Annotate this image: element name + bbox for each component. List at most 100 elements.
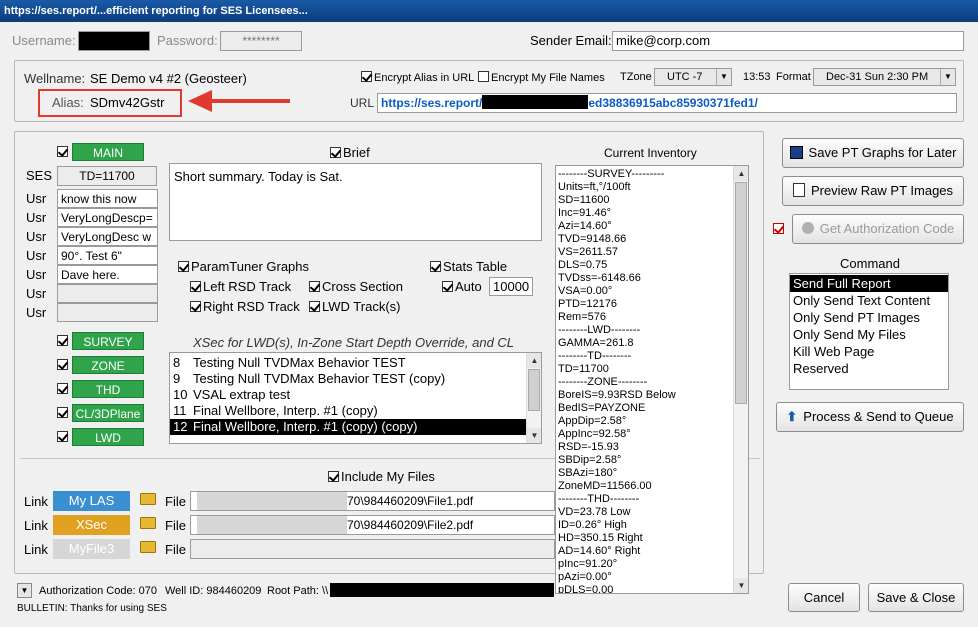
zone-button[interactable]: ZONE	[72, 356, 144, 374]
ses-field[interactable]: TD=11700	[57, 166, 157, 186]
lwd-button[interactable]: LWD	[72, 428, 144, 446]
preview-raw-pt-button[interactable]: Preview Raw PT Images	[782, 176, 964, 206]
survey-checkbox[interactable]	[57, 335, 68, 346]
brief-option[interactable]: Brief	[330, 145, 370, 160]
save-pt-graphs-button[interactable]: Save PT Graphs for Later	[782, 138, 964, 168]
chevron-down-icon[interactable]: ▼	[17, 583, 32, 598]
stats-table-checkbox[interactable]	[430, 261, 441, 272]
command-send-full-report[interactable]: Send Full Report	[790, 275, 948, 292]
get-auth-code-button[interactable]: Get Authorization Code	[792, 214, 964, 244]
bulletin-text: BULLETIN: Thanks for using SES	[17, 603, 167, 614]
thd-checkbox[interactable]	[57, 383, 68, 394]
usr-label: Usr	[26, 210, 47, 225]
sender-email-input[interactable]: mike@corp.com	[612, 31, 964, 51]
command-only-send-pt[interactable]: Only Send PT Images	[790, 309, 948, 326]
xsec-link-button[interactable]: XSec	[53, 515, 130, 535]
cl-3dplane-button[interactable]: CL/3DPlane	[72, 404, 144, 422]
password-input[interactable]: ********	[220, 31, 302, 51]
lwd-tracks-checkbox[interactable]	[309, 301, 320, 312]
encrypt-alias-checkbox[interactable]	[361, 71, 372, 82]
list-item[interactable]: 11 Final Wellbore, Interp. #1 (copy)	[170, 403, 541, 419]
usr-label: Usr	[26, 286, 47, 301]
include-files-checkbox[interactable]	[328, 471, 339, 482]
usr-field-6[interactable]	[57, 284, 158, 303]
usr-field-4[interactable]: 90°. Test 6"	[57, 246, 158, 265]
myfile3-button[interactable]: MyFile3	[53, 539, 130, 559]
usr-field-7[interactable]	[57, 303, 158, 322]
url-redacted	[482, 95, 589, 109]
scroll-thumb[interactable]	[528, 369, 540, 411]
command-list[interactable]: Send Full Report Only Send Text Content …	[789, 273, 949, 390]
scroll-down-icon[interactable]: ▼	[734, 578, 748, 593]
alias-value[interactable]: SDmv42Gstr	[90, 95, 164, 110]
folder-icon[interactable]	[140, 541, 156, 556]
survey-button[interactable]: SURVEY	[72, 332, 144, 350]
scroll-up-icon[interactable]: ▲	[734, 166, 748, 181]
list-item[interactable]: 8 Testing Null TVDMax Behavior TEST	[170, 355, 541, 371]
command-only-send-files[interactable]: Only Send My Files	[790, 326, 948, 343]
scroll-thumb[interactable]	[735, 182, 747, 404]
brief-textarea[interactable]: Short summary. Today is Sat.	[169, 163, 542, 241]
cross-section-checkbox[interactable]	[309, 281, 320, 292]
main-button[interactable]: MAIN	[72, 143, 144, 161]
inventory-list[interactable]: --------SURVEY--------- Units=ft,°/100ft S…	[555, 165, 749, 594]
folder-icon[interactable]	[140, 517, 156, 532]
command-only-send-text[interactable]: Only Send Text Content	[790, 292, 948, 309]
inventory-scrollbar[interactable]: ▲ ▼	[733, 166, 748, 593]
inventory-line: Azi=14.60°	[558, 220, 612, 232]
usr-field-1[interactable]: know this now	[57, 189, 158, 208]
encrypt-files-option[interactable]: Encrypt My File Names	[478, 71, 605, 84]
username-input[interactable]	[78, 31, 150, 51]
usr-field-5[interactable]: Dave here.	[57, 265, 158, 284]
thd-button[interactable]: THD	[72, 380, 144, 398]
list-item-selected[interactable]: 12 Final Wellbore, Interp. #1 (copy) (cop…	[170, 419, 526, 435]
my-las-button[interactable]: My LAS	[53, 491, 130, 511]
main-checkbox[interactable]	[57, 145, 70, 159]
format-select[interactable]: Dec-31 Sun 2:30 PM ▼	[813, 68, 956, 86]
list-item[interactable]: 9 Testing Null TVDMax Behavior TEST (copy…	[170, 371, 541, 387]
stats-table-option[interactable]: Stats Table	[430, 259, 507, 274]
save-close-button[interactable]: Save & Close	[868, 583, 964, 612]
include-files-option[interactable]: Include My Files	[328, 469, 435, 484]
brief-checkbox[interactable]	[330, 147, 341, 158]
inventory-line: AD=14.60° Right	[558, 545, 641, 557]
auth-code-text: Authorization Code: 070	[39, 585, 158, 597]
encrypt-alias-option[interactable]: Encrypt Alias in URL	[361, 71, 474, 84]
command-reserved[interactable]: Reserved	[790, 360, 948, 377]
inventory-line: VSA=0.00°	[558, 285, 613, 297]
xsec-scrollbar[interactable]: ▲ ▼	[526, 353, 541, 443]
right-rsd-option[interactable]: Right RSD Track	[190, 299, 300, 314]
auto-value-input[interactable]: 10000	[489, 277, 533, 296]
url-field[interactable]: https://ses.report/ed38836915abc85930371…	[377, 93, 957, 113]
file1-path-field[interactable]: 70\984460209\File1.pdf	[190, 491, 555, 511]
xsec-list[interactable]: 8 Testing Null TVDMax Behavior TEST 9 Test…	[169, 352, 542, 444]
paramtuner-checkbox[interactable]	[178, 261, 189, 272]
tzone-select[interactable]: UTC -7 ▼	[654, 68, 732, 86]
scroll-down-icon[interactable]: ▼	[527, 428, 541, 443]
command-kill-web-page[interactable]: Kill Web Page	[790, 343, 948, 360]
auto-checkbox[interactable]	[442, 281, 453, 292]
file3-path-field[interactable]	[190, 539, 555, 559]
list-item[interactable]: 10 VSAL extrap test	[170, 387, 541, 403]
inventory-line: DLS=0.75	[558, 259, 608, 271]
process-send-queue-button[interactable]: ⬆ Process & Send to Queue	[776, 402, 964, 432]
auto-option[interactable]: Auto	[442, 279, 482, 294]
encrypt-files-checkbox[interactable]	[478, 71, 489, 82]
auth-code-checkbox[interactable]	[773, 223, 784, 234]
zone-checkbox[interactable]	[57, 359, 68, 370]
cross-section-option[interactable]: Cross Section	[309, 279, 403, 294]
left-rsd-option[interactable]: Left RSD Track	[190, 279, 291, 294]
usr-field-3[interactable]: VeryLongDesc w	[57, 227, 158, 246]
folder-icon[interactable]	[140, 493, 156, 508]
lwd-tracks-option[interactable]: LWD Track(s)	[309, 299, 400, 314]
usr-field-2[interactable]: VeryLongDescp=	[57, 208, 158, 227]
paramtuner-option[interactable]: ParamTuner Graphs	[178, 259, 309, 274]
left-rsd-checkbox[interactable]	[190, 281, 201, 292]
scroll-up-icon[interactable]: ▲	[527, 353, 541, 368]
lwd-checkbox[interactable]	[57, 431, 68, 442]
file2-path-field[interactable]: 70\984460209\File2.pdf	[190, 515, 555, 535]
cancel-button[interactable]: Cancel	[788, 583, 860, 612]
arrow-head	[188, 90, 212, 112]
right-rsd-checkbox[interactable]	[190, 301, 201, 312]
cl-3dplane-checkbox[interactable]	[57, 407, 68, 418]
